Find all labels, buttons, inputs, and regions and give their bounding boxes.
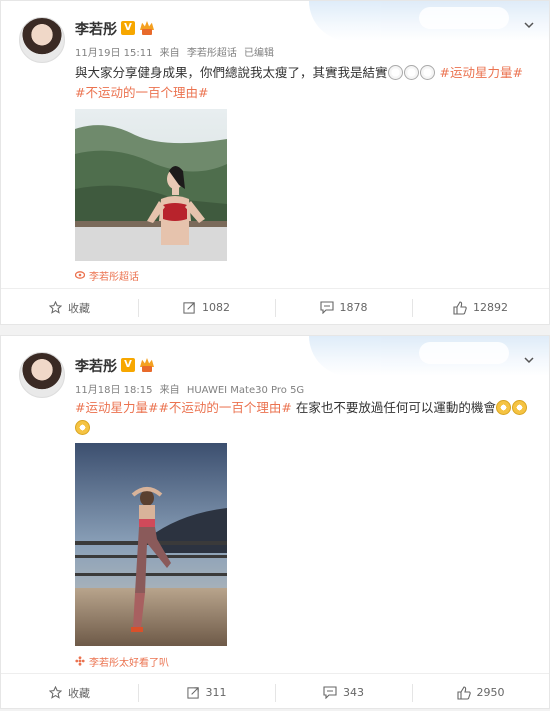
from-label: 来自	[159, 48, 180, 59]
author-name[interactable]: 李若彤	[75, 19, 117, 39]
weibo-post-2: 李若彤 V 11月18日 18:15 来自 HUAWEI Mate30 Pro …	[0, 335, 550, 709]
emoji-icon	[387, 65, 403, 80]
repost-button[interactable]: 311	[138, 674, 275, 711]
action-bar: 收藏 1082 1878 12892	[1, 288, 549, 326]
post-time[interactable]: 11月19日 15:11	[75, 48, 152, 59]
repost-count: 311	[205, 686, 227, 699]
post-body: 在家也不要放過任何可以運動的機會	[291, 400, 496, 415]
like-count: 2950	[476, 686, 505, 699]
header-decoration	[309, 336, 549, 376]
emoji-icon	[495, 400, 511, 415]
chevron-down-icon[interactable]	[523, 19, 535, 31]
favorite-button[interactable]: 收藏	[1, 674, 138, 711]
post-photo[interactable]	[75, 443, 227, 646]
vip-crown-icon	[139, 358, 155, 372]
post-meta: 11月18日 18:15 来自 HUAWEI Mate30 Pro 5G	[75, 381, 308, 396]
vip-crown-icon	[139, 21, 155, 35]
repost-icon	[183, 302, 195, 314]
avatar[interactable]	[19, 352, 65, 398]
repost-button[interactable]: 1082	[138, 289, 275, 326]
header-decoration	[309, 1, 549, 41]
hashtag-link[interactable]: #运动星力量#	[75, 400, 158, 415]
super-topic-icon	[74, 270, 86, 283]
repost-count: 1082	[202, 301, 230, 314]
weibo-post-1: 李若彤 V 11月19日 15:11 来自 李若彤超话 已编辑 與大家分享健身成…	[0, 0, 550, 325]
post-text: 與大家分享健身成果，你們總說我太瘦了，其實我是結實 #运动星力量# #不运动的一…	[75, 63, 535, 103]
like-button[interactable]: 2950	[412, 674, 549, 711]
post-text: #运动星力量##不运动的一百个理由# 在家也不要放過任何可以運動的機會	[75, 398, 535, 438]
from-label: 来自	[159, 385, 180, 396]
author-name[interactable]: 李若彤	[75, 356, 117, 376]
emoji-icon	[75, 420, 90, 435]
comment-icon	[323, 686, 337, 699]
favorite-label: 收藏	[68, 686, 90, 700]
edited-label: 已编辑	[244, 48, 275, 59]
like-count: 12892	[473, 301, 508, 314]
emoji-icon	[419, 65, 435, 80]
favorite-label: 收藏	[68, 301, 90, 315]
comment-button[interactable]: 343	[275, 674, 412, 711]
super-topic-link[interactable]: 李若彤超话	[74, 268, 139, 283]
emoji-icon	[511, 400, 527, 415]
comment-count: 1878	[339, 301, 368, 314]
comment-icon	[319, 301, 334, 314]
post-meta: 11月19日 15:11 来自 李若彤超话 已编辑	[75, 44, 278, 59]
verified-badge-icon: V	[121, 21, 135, 35]
post-source[interactable]: HUAWEI Mate30 Pro 5G	[187, 385, 304, 396]
action-bar: 收藏 311 343 2950	[1, 673, 549, 711]
post-photo[interactable]	[75, 109, 227, 261]
post-body: 與大家分享健身成果，你們總說我太瘦了，其實我是結實	[75, 65, 388, 80]
comment-count: 343	[343, 686, 364, 699]
favorite-button[interactable]: 收藏	[1, 289, 138, 326]
hashtag-link[interactable]: #不运动的一百个理由#	[75, 85, 208, 100]
emoji-icon	[403, 65, 419, 80]
chevron-down-icon[interactable]	[523, 354, 535, 366]
post-time[interactable]: 11月18日 18:15	[75, 385, 152, 396]
verified-badge-icon: V	[121, 358, 135, 372]
source-link[interactable]: 李若彤太好看了叭	[75, 654, 169, 669]
star-icon	[49, 686, 62, 699]
post-source[interactable]: 李若彤超话	[187, 48, 237, 59]
source-link-label: 李若彤太好看了叭	[89, 658, 169, 669]
repost-icon	[186, 687, 199, 699]
like-button[interactable]: 12892	[412, 289, 549, 326]
hashtag-link[interactable]: #运动星力量#	[440, 65, 523, 80]
comment-button[interactable]: 1878	[275, 289, 412, 326]
avatar[interactable]	[19, 17, 65, 63]
thumbs-up-icon	[453, 300, 467, 315]
hashtag-link[interactable]: #不运动的一百个理由#	[158, 400, 291, 415]
star-icon	[49, 301, 62, 314]
thumbs-up-icon	[456, 685, 471, 700]
flower-icon	[75, 656, 85, 669]
super-topic-label: 李若彤超话	[89, 272, 139, 283]
